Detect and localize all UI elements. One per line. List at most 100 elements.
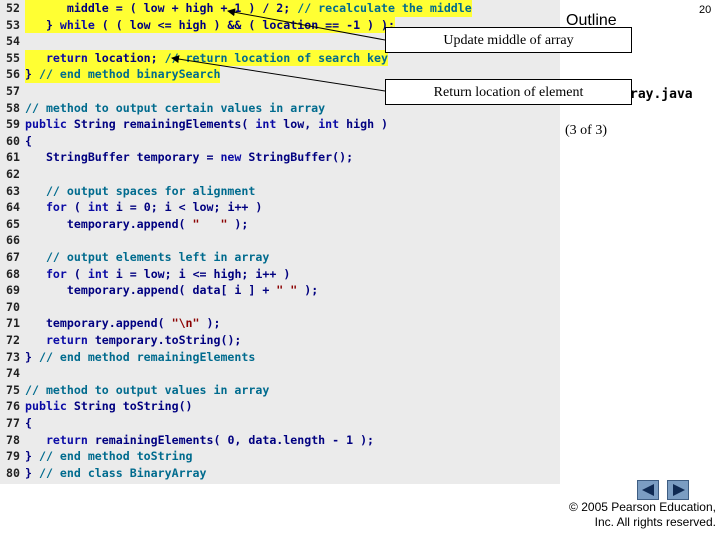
line-number: 68 [6, 266, 20, 281]
line-number: 53 [6, 17, 20, 32]
line-number: 74 [6, 366, 20, 381]
line-number: 54 [6, 34, 20, 49]
code-text: } while ( ( low <= high ) && ( location … [25, 16, 395, 34]
code-text: StringBuffer temporary = new StringBuffe… [25, 149, 353, 166]
callout-update-middle: Update middle of array [385, 27, 632, 53]
code-token: "\n" [171, 316, 200, 331]
line-number: 52 [6, 1, 20, 15]
line-number: 66 [6, 233, 20, 248]
line-number: 70 [6, 299, 20, 314]
code-text: return temporary.toString(); [25, 332, 241, 349]
code-token: location; [87, 50, 165, 65]
line-number: 78 [6, 432, 20, 447]
code-token: ); [199, 316, 221, 331]
code-token: } [25, 449, 39, 464]
code-token: // method to output values in array [25, 382, 270, 397]
code-text: public String remainingElements( int low… [25, 116, 388, 133]
code-token: for [45, 200, 67, 215]
code-line: 60 { [0, 133, 560, 150]
code-token: // end method binarySearch [38, 67, 221, 82]
line-number: 56 [6, 67, 20, 82]
part-label: (3 of 3) [565, 123, 607, 138]
code-token: " " [192, 216, 228, 231]
code-token: // end method toString [38, 449, 193, 464]
line-number: 59 [6, 117, 20, 132]
code-line: 63 // output spaces for alignment [0, 183, 560, 200]
code-line: 80} // end class BinaryArray [0, 465, 560, 482]
code-token: // return location of search key [164, 50, 388, 65]
code-token: } [25, 465, 39, 480]
code-token: ); [297, 283, 319, 298]
code-line: 74 [0, 365, 560, 382]
code-line: 70 [0, 299, 560, 316]
code-text: for ( int i = 0; i < low; i++ ) [25, 199, 262, 216]
callout-return-location: Return location of element [385, 79, 632, 105]
code-text: { [25, 415, 32, 432]
line-number: 69 [6, 283, 20, 298]
line-number: 64 [6, 200, 20, 215]
code-text: // method to output values in array [25, 382, 269, 399]
code-line: 71 temporary.append( "\n" ); [0, 315, 560, 332]
code-token: String remainingElements( [66, 117, 256, 132]
page-number: 20 [699, 4, 712, 16]
code-token: temporary.toString(); [87, 333, 242, 347]
code-line: 69 temporary.append( data[ i ] + " " ); [0, 282, 560, 299]
code-line: 52 middle = ( low + high + 1 ) / 2; // r… [0, 0, 560, 17]
code-token: // output elements left in array [45, 250, 270, 264]
code-token: StringBuffer temporary = [25, 150, 221, 165]
code-line: 77 { [0, 415, 560, 432]
code-token: ); [227, 216, 249, 231]
line-number: 61 [6, 150, 20, 165]
code-token: temporary.append( [25, 316, 172, 331]
code-line: 59 public String remainingElements( int l… [0, 116, 560, 133]
code-text: } // end class BinaryArray [25, 465, 207, 482]
code-text: // method to output certain values in ar… [25, 100, 325, 117]
code-token: // end method remainingElements [38, 349, 256, 364]
code-token: { [25, 133, 32, 148]
triangle-right-icon [673, 484, 685, 496]
code-token: ( ( low <= high ) && ( location == -1 ) … [94, 17, 395, 32]
code-token: public [25, 117, 67, 132]
line-number: 55 [6, 50, 20, 65]
triangle-left-icon [642, 484, 654, 496]
code-token: // method to output certain values in ar… [25, 100, 326, 115]
code-token: { [25, 416, 32, 430]
line-number: 73 [6, 349, 20, 364]
code-token: // output spaces for alignment [45, 183, 256, 198]
next-slide-button[interactable] [667, 480, 689, 500]
code-text: for ( int i = low; i <= high; i++ ) [25, 266, 290, 283]
code-line: 65 temporary.append( " " ); [0, 216, 560, 233]
code-text: // output spaces for alignment [25, 183, 255, 200]
code-line: 79} // end method toString [0, 448, 560, 465]
code-token: // end class BinaryArray [38, 465, 207, 480]
code-token: for [45, 266, 67, 281]
code-token: ( [66, 266, 88, 281]
code-line: 67 // output elements left in array [0, 249, 560, 266]
code-token: } [25, 67, 39, 82]
code-token: middle = ( low + high + 1 ) / 2; [25, 1, 298, 15]
line-number: 79 [6, 449, 20, 464]
code-line: 76 public String toString() [0, 398, 560, 415]
code-text: public String toString() [25, 398, 193, 415]
previous-slide-button[interactable] [637, 480, 659, 500]
code-line: 61 StringBuffer temporary = new StringBu… [0, 149, 560, 166]
code-token: temporary.append( data[ i ] + [25, 283, 277, 298]
code-token: } [25, 349, 39, 364]
code-text: temporary.append( " " ); [25, 216, 249, 233]
copyright-notice: © 2005 Pearson Education, Inc. All right… [560, 500, 716, 530]
code-text: } // end method binarySearch [25, 66, 221, 83]
code-line: 75 // method to output values in array [0, 382, 560, 399]
code-token: int [87, 266, 109, 281]
line-number: 67 [6, 250, 20, 264]
code-text: // output elements left in array [25, 249, 269, 266]
line-number: 58 [6, 100, 20, 115]
code-token: high ) [339, 117, 389, 132]
code-token: public [25, 399, 67, 414]
